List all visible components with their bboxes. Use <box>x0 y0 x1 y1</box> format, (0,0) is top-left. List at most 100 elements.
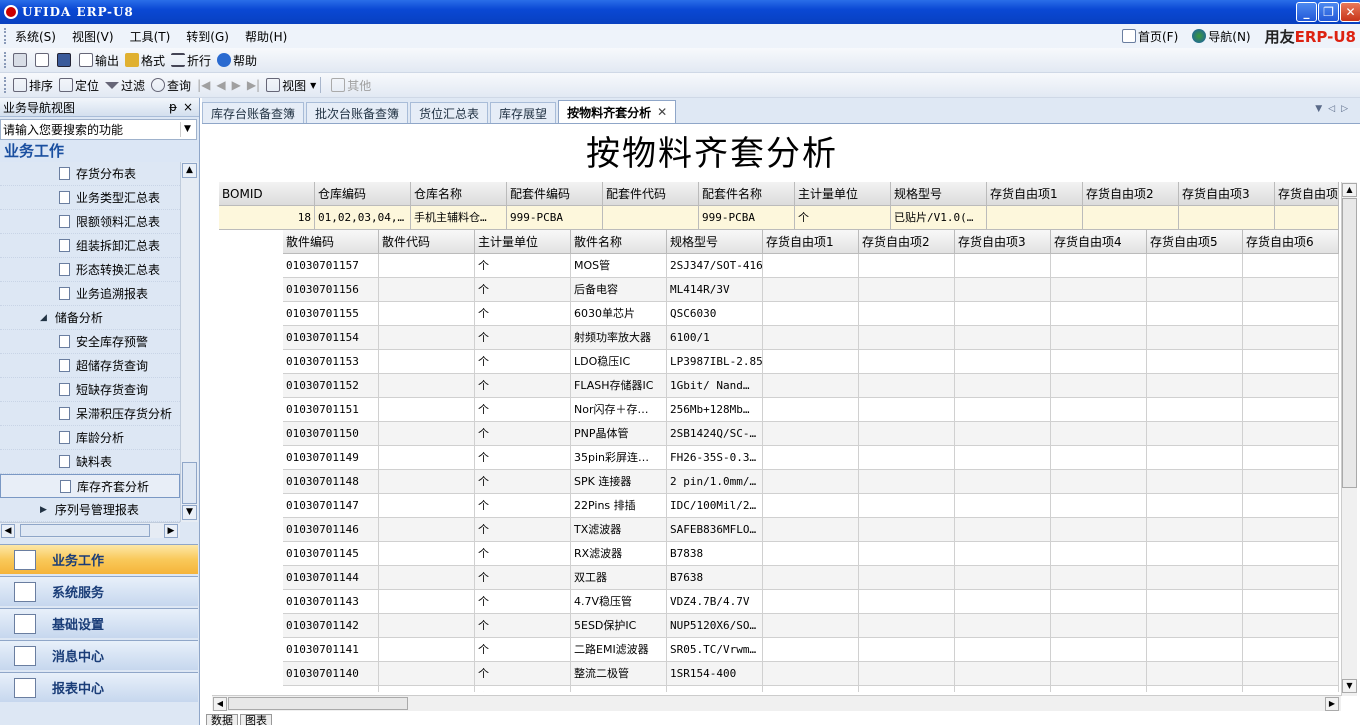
tree-item[interactable]: 呆滞积压存货分析 <box>0 402 180 426</box>
other-button[interactable]: 其他 <box>331 77 371 94</box>
nav-link[interactable]: 导航(N) <box>1192 28 1251 45</box>
chevron-down-icon[interactable]: ▼ <box>180 122 194 137</box>
menu-goto[interactable]: 转到(G) <box>178 28 237 45</box>
tab-chart[interactable]: 图表 <box>240 714 272 726</box>
scroll-thumb[interactable] <box>228 697 408 710</box>
locate-button[interactable]: 定位 <box>59 77 99 94</box>
print-button[interactable] <box>13 53 29 67</box>
nav-business-work[interactable]: 业务工作 <box>0 544 198 574</box>
table-row[interactable]: 01030701147 个 22Pins 排插 IDC/100Mil/2… <box>283 494 1339 518</box>
table-row[interactable]: 01030701146 个 TX滤波器 SAFEB836MFLO… <box>283 518 1339 542</box>
tree-group-reserve[interactable]: ◢ 储备分析 <box>0 306 180 330</box>
preview-button[interactable] <box>35 53 51 67</box>
tree-item[interactable]: 缺料表 <box>0 450 180 474</box>
tree-item[interactable]: 限额领料汇总表 <box>0 210 180 234</box>
nav-basic-settings[interactable]: 基础设置 <box>0 608 198 638</box>
column-header[interactable]: 存货自由项3 <box>1179 182 1275 206</box>
bom-data-row[interactable]: 18 01,02,03,04,… 手机主辅料仓… 999-PCBA 999-PC… <box>219 206 1339 230</box>
tree-item[interactable]: 安全库存预警 <box>0 330 180 354</box>
tree-item[interactable]: 业务追溯报表 <box>0 282 180 306</box>
tree-item[interactable]: 业务类型汇总表 <box>0 186 180 210</box>
table-row[interactable]: 01030701140 个整流二极管 1SR154-400 <box>283 662 1339 686</box>
tab-location-summary[interactable]: 货位汇总表 <box>410 102 489 123</box>
column-header[interactable]: 存货自由项3 <box>955 230 1051 254</box>
scroll-down-icon[interactable]: ▼ <box>182 505 197 520</box>
tree-item[interactable]: 组装拆卸汇总表 <box>0 234 180 258</box>
close-panel-icon[interactable]: × <box>183 100 193 114</box>
scroll-left-icon[interactable]: ◀ <box>1 524 15 538</box>
column-header[interactable]: 仓库名称 <box>411 182 507 206</box>
table-row[interactable]: 01030701141 个二路EMI滤波器 SR05.TC/Vrwm… <box>283 638 1339 662</box>
table-row[interactable]: 01030701152 个 FLASH存储器IC 1Gbit/ Nand… <box>283 374 1339 398</box>
pin-icon[interactable]: ᵽ <box>169 100 177 114</box>
tree-item-selected[interactable]: 库存齐套分析 <box>0 474 180 498</box>
tree-item[interactable]: 库龄分析 <box>0 426 180 450</box>
tab-nav-arrows[interactable]: ▼◁▷ <box>1315 104 1354 114</box>
tree-item[interactable]: 形态转换汇总表 <box>0 258 180 282</box>
column-header[interactable]: 存货自由项1 <box>987 182 1083 206</box>
menu-view[interactable]: 视图(V) <box>64 28 122 45</box>
scroll-up-icon[interactable]: ▲ <box>182 163 197 178</box>
scroll-up-icon[interactable]: ▲ <box>1342 183 1357 197</box>
next-page-button[interactable]: ▶ <box>232 78 241 92</box>
column-header[interactable]: 规格型号 <box>891 182 987 206</box>
function-search-input[interactable]: 请输入您要搜索的功能 ▼ <box>0 119 197 140</box>
table-row[interactable]: 01030701150 个 PNP晶体管 2SB1424Q/SC-… <box>283 422 1339 446</box>
sort-button[interactable]: 排序 <box>13 77 53 94</box>
output-button[interactable]: 输出 <box>79 52 119 69</box>
save-button[interactable] <box>57 53 73 67</box>
scroll-down-icon[interactable]: ▼ <box>1342 679 1357 693</box>
grid-vertical-scrollbar[interactable]: ▲ ▼ <box>1341 182 1357 696</box>
column-header[interactable]: 主计量单位 <box>795 182 891 206</box>
close-tab-icon[interactable]: ✕ <box>657 105 667 119</box>
scroll-thumb[interactable] <box>1342 198 1357 488</box>
column-header[interactable]: 存货自由项2 <box>1083 182 1179 206</box>
nav-report-center[interactable]: 报表中心 <box>0 672 198 702</box>
tree-item[interactable]: 短缺存货查询 <box>0 378 180 402</box>
scroll-right-icon[interactable]: ▶ <box>164 524 178 538</box>
maximize-button[interactable]: ❐ <box>1318 2 1339 22</box>
tab-inventory-ledger[interactable]: 库存台账备查簿 <box>202 102 305 123</box>
table-row[interactable]: 01030701145 个 RX滤波器 B7838 <box>283 542 1339 566</box>
query-button[interactable]: 查询 <box>151 77 191 94</box>
tree-item[interactable]: 存货分布表 <box>0 162 180 186</box>
table-row[interactable]: 01030701156 个后备电容 ML414R/3V <box>283 278 1339 302</box>
nav-message-center[interactable]: 消息中心 <box>0 640 198 670</box>
table-row[interactable]: 01030701151 个 Nor闪存＋存… 256Mb+128Mb… <box>283 398 1339 422</box>
scroll-right-icon[interactable]: ▶ <box>1325 697 1339 711</box>
tree-item[interactable]: 超储存货查询 <box>0 354 180 378</box>
view-button[interactable]: 视图 ▼ <box>266 77 316 94</box>
last-page-button[interactable]: ▶| <box>247 78 260 92</box>
column-header[interactable]: 存货自由项4 <box>1275 182 1339 206</box>
menu-tools[interactable]: 工具(T) <box>122 28 179 45</box>
table-row[interactable]: 个 <box>283 686 1339 692</box>
tab-data[interactable]: 数据 <box>206 714 238 726</box>
scroll-thumb[interactable] <box>20 524 150 537</box>
format-button[interactable]: 格式 <box>125 52 165 69</box>
column-header[interactable]: 规格型号 <box>667 230 763 254</box>
table-row[interactable]: 01030701144 个双工器 B7638 <box>283 566 1339 590</box>
column-header[interactable]: 存货自由项5 <box>1147 230 1243 254</box>
fold-button[interactable]: 折行 <box>171 52 211 69</box>
column-header[interactable]: 散件代码 <box>379 230 475 254</box>
table-row[interactable]: 01030701142 个 5ESD保护IC NUP5120X6/SO… <box>283 614 1339 638</box>
home-link[interactable]: 首页(F) <box>1121 28 1178 45</box>
table-row[interactable]: 01030701143 个 4.7V稳压管 VDZ4.7B/4.7V <box>283 590 1339 614</box>
tab-batch-ledger[interactable]: 批次台账备查簿 <box>306 102 409 123</box>
table-row[interactable]: 01030701148 个 SPK 连接器 2 pin/1.0mm/… <box>283 470 1339 494</box>
close-button[interactable]: ✕ <box>1340 2 1360 22</box>
menu-help[interactable]: 帮助(H) <box>237 28 295 45</box>
tab-kit-analysis[interactable]: 按物料齐套分析 ✕ <box>558 100 677 123</box>
column-header[interactable]: 配套件名称 <box>699 182 795 206</box>
column-header[interactable]: 存货自由项2 <box>859 230 955 254</box>
help-button[interactable]: 帮助 <box>217 52 257 69</box>
tab-inventory-outlook[interactable]: 库存展望 <box>490 102 557 123</box>
table-row[interactable]: 01030701154 个射频功率放大器 6100/1 <box>283 326 1339 350</box>
column-header[interactable]: BOMID <box>219 182 315 206</box>
column-header[interactable]: 主计量单位 <box>475 230 571 254</box>
scroll-thumb[interactable] <box>182 462 197 504</box>
column-header[interactable]: 存货自由项6 <box>1243 230 1339 254</box>
menu-system[interactable]: 系统(S) <box>7 28 64 45</box>
column-header[interactable]: 散件名称 <box>571 230 667 254</box>
tree-vertical-scrollbar[interactable]: ▲ ▼ <box>180 162 198 522</box>
